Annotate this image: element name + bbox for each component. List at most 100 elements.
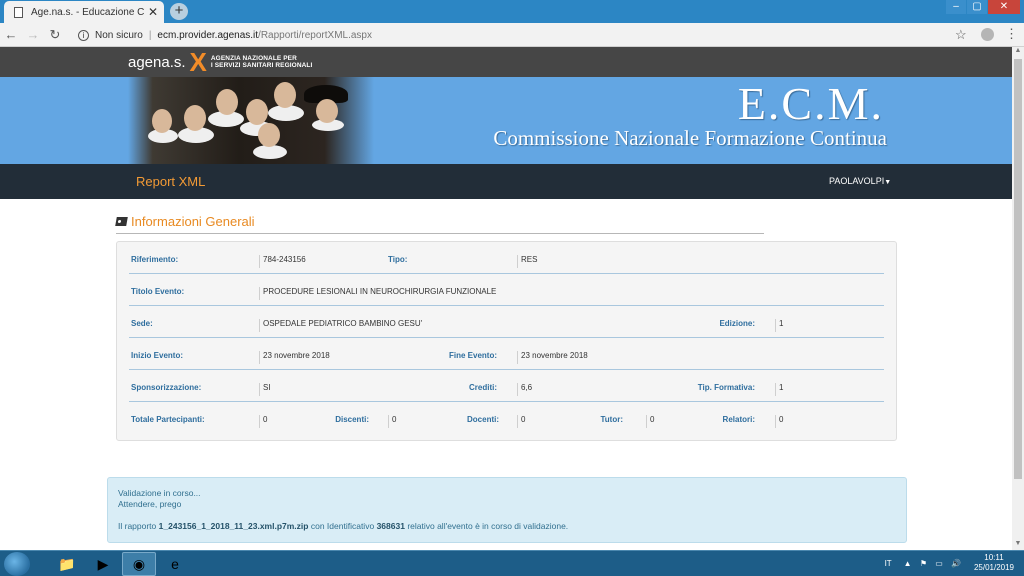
banner-title: E.C.M.: [737, 78, 884, 129]
close-tab-icon[interactable]: ✕: [148, 5, 158, 19]
tip-formativa-label: Tip. Formativa:: [697, 383, 755, 392]
discenti-value: 0: [388, 415, 396, 428]
tutor-value: 0: [646, 415, 654, 428]
logo-text: agena.s.: [128, 53, 186, 71]
windows-taskbar: 📁 ▶ ◉ e IT ▲ ⚑ ▭ 🔊 10:11 25/01/2019: [0, 550, 1024, 576]
totale-label: Totale Partecipanti:: [131, 415, 205, 424]
user-menu-dropdown[interactable]: PAOLAVOLPI▼: [829, 176, 891, 186]
new-tab-button[interactable]: +: [170, 3, 188, 20]
info-row: Titolo Evento: PROCEDURE LESIONALI IN NE…: [129, 274, 884, 306]
riferimento-label: Riferimento:: [131, 255, 179, 264]
inizio-label: Inizio Evento:: [131, 351, 183, 360]
alert-message: Il rapporto 1_243156_1_2018_11_23.xml.p7…: [118, 521, 896, 532]
tab-title: Age.na.s. - Educazione Continua: [31, 6, 144, 18]
section-title: Informazioni Generali: [131, 214, 255, 229]
url-input[interactable]: i Non sicuro | ecm.provider.agenas.it /R…: [78, 26, 976, 44]
validation-alert: Validazione in corso... Attendere, prego…: [107, 477, 907, 543]
security-label: Non sicuro: [95, 29, 143, 41]
url-path: /Rapporti/reportXML.aspx: [258, 29, 372, 41]
caret-down-icon: ▼: [884, 179, 892, 186]
docenti-label: Docenti:: [467, 415, 499, 424]
browser-tab[interactable]: Age.na.s. - Educazione Continua ✕: [4, 1, 164, 23]
chrome-icon[interactable]: ◉: [122, 552, 156, 576]
page-icon: [14, 6, 23, 18]
info-row: Sponsorizzazione: SI Crediti: 6,6 Tip. F…: [129, 370, 884, 402]
sede-label: Sede:: [131, 319, 153, 328]
alert-line-1: Validazione in corso...: [118, 488, 201, 498]
relatori-label: Relatori:: [722, 415, 755, 424]
section-header: Informazioni Generali: [115, 210, 764, 234]
titolo-label: Titolo Evento:: [131, 287, 185, 296]
docenti-value: 0: [517, 415, 525, 428]
logo-sub-line2: I SERVIZI SANITARI REGIONALI: [210, 62, 313, 69]
event-info-panel: Riferimento: 784-243156 Tipo: RES Titolo…: [116, 241, 897, 441]
logo-subtitle: AGENZIA NAZIONALE PER I SERVIZI SANITARI…: [211, 55, 313, 69]
totale-value: 0: [259, 415, 267, 428]
tutor-label: Tutor:: [600, 415, 623, 424]
browser-menu-icon[interactable]: ⋮: [1005, 26, 1018, 42]
alert-line-2: Attendere, prego: [118, 499, 182, 509]
fine-label: Fine Evento:: [448, 351, 497, 360]
anatomy-lesson-painting: [128, 77, 374, 164]
reload-icon[interactable]: ↻: [44, 27, 66, 43]
info-row: Inizio Evento: 23 novembre 2018 Fine Eve…: [129, 338, 884, 370]
logo-x-icon: X: [189, 47, 207, 77]
profile-avatar[interactable]: [981, 28, 994, 41]
edizione-label: Edizione:: [719, 319, 755, 328]
bookmark-star-icon[interactable]: ☆: [955, 27, 967, 43]
alert-identifier: 368631: [376, 521, 405, 531]
info-row: Riferimento: 784-243156 Tipo: RES: [129, 242, 884, 274]
language-indicator[interactable]: IT: [885, 559, 892, 568]
sponsor-value: SI: [259, 383, 271, 396]
alert-msg-mid: con Identificativo: [310, 521, 375, 531]
relatori-value: 0: [775, 415, 783, 428]
clock-time: 10:11: [984, 553, 1004, 562]
maximize-button[interactable]: ▢: [967, 0, 987, 14]
agenas-logo[interactable]: agena.s. X AGENZIA NAZIONALE PER I SERVI…: [128, 47, 313, 77]
start-button[interactable]: [4, 552, 30, 576]
tipo-value: RES: [517, 255, 537, 268]
banner-subtitle: Commissione Nazionale Formazione Continu…: [493, 126, 887, 150]
info-icon[interactable]: i: [78, 29, 89, 41]
agency-topbar: agena.s. X AGENZIA NAZIONALE PER I SERVI…: [0, 47, 1012, 77]
browser-tab-bar: Age.na.s. - Educazione Continua ✕ + – ▢ …: [0, 0, 1024, 23]
main-navbar: Report XML PAOLAVOLPI▼: [0, 164, 1012, 199]
sponsor-label: Sponsorizzazione:: [131, 383, 202, 392]
user-name: PAOLAVOLPI: [829, 176, 885, 186]
internet-explorer-icon[interactable]: e: [158, 552, 192, 576]
close-window-button[interactable]: ✕: [988, 0, 1020, 14]
url-host: ecm.provider.agenas.it: [157, 29, 259, 41]
page-viewport: agena.s. X AGENZIA NAZIONALE PER I SERVI…: [0, 47, 1012, 550]
scrollbar-thumb[interactable]: [1014, 59, 1022, 479]
fine-value: 23 novembre 2018: [517, 351, 588, 364]
alert-msg-prefix: Il rapporto: [118, 521, 157, 531]
riferimento-value: 784-243156: [259, 255, 306, 268]
tray-icons[interactable]: ▲ ⚑ ▭ 🔊: [904, 559, 964, 568]
system-tray: IT ▲ ⚑ ▭ 🔊 10:11 25/01/2019: [885, 553, 1020, 573]
info-row: Totale Partecipanti: 0 Discenti: 0 Docen…: [129, 402, 884, 434]
edizione-value: 1: [775, 319, 783, 332]
crediti-label: Crediti:: [469, 383, 497, 392]
info-row: Sede: OSPEDALE PEDIATRICO BAMBINO GESU' …: [129, 306, 884, 338]
sede-value: OSPEDALE PEDIATRICO BAMBINO GESU': [259, 319, 422, 332]
ecm-banner: E.C.M. Commissione Nazionale Formazione …: [0, 77, 1012, 164]
forward-icon[interactable]: →: [22, 27, 44, 42]
discenti-label: Discenti:: [335, 415, 369, 424]
minimize-button[interactable]: –: [946, 0, 966, 14]
alert-msg-suffix: relativo all'evento è in corso di valida…: [407, 521, 569, 531]
alert-filename: 1_243156_1_2018_11_23.xml.p7m.zip: [158, 521, 309, 531]
scroll-up-icon[interactable]: ▲: [1012, 47, 1024, 57]
inizio-value: 23 novembre 2018: [259, 351, 330, 364]
titolo-value: PROCEDURE LESIONALI IN NEUROCHIRURGIA FU…: [259, 287, 496, 300]
page-scrollbar[interactable]: ▲ ▼: [1012, 47, 1024, 550]
tipo-label: Tipo:: [388, 255, 408, 264]
navbar-brand-link[interactable]: Report XML: [136, 174, 205, 189]
address-bar: ← → ↻ i Non sicuro | ecm.provider.agenas…: [0, 23, 1024, 47]
scroll-down-icon[interactable]: ▼: [1012, 540, 1024, 550]
media-player-icon[interactable]: ▶: [86, 552, 120, 576]
explorer-folder-icon[interactable]: 📁: [50, 552, 84, 576]
back-icon[interactable]: ←: [0, 27, 22, 42]
window-controls: – ▢ ✕: [945, 0, 1020, 14]
tip-formativa-value: 1: [775, 383, 783, 396]
clock[interactable]: 10:11 25/01/2019: [974, 553, 1014, 573]
